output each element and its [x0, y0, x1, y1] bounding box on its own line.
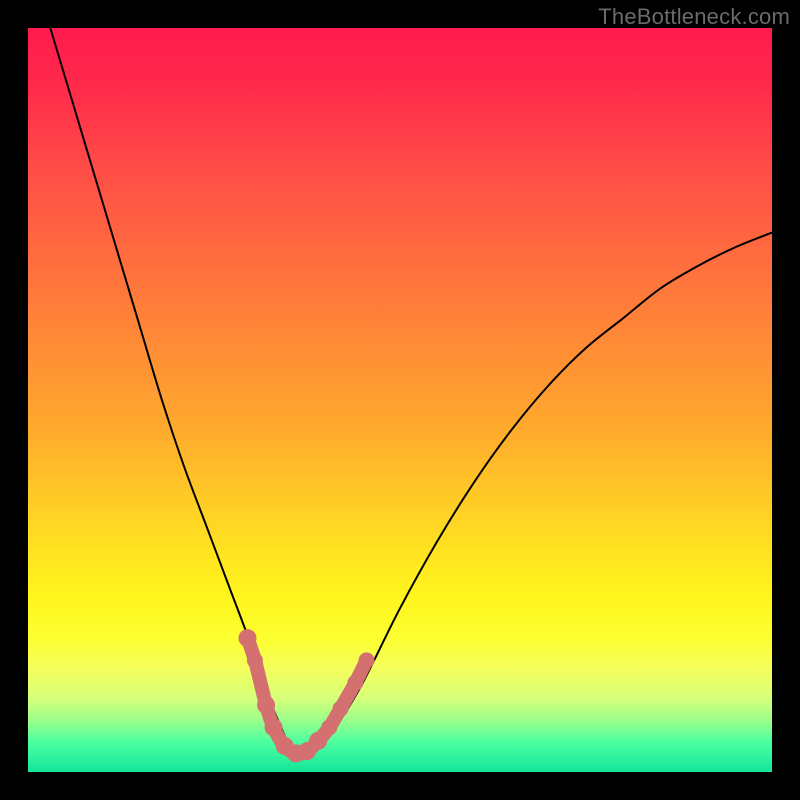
- marker-dot: [347, 675, 363, 691]
- marker-dot: [309, 732, 327, 750]
- marker-dot: [359, 652, 375, 668]
- marker-dot: [257, 696, 275, 714]
- marker-dot: [238, 629, 256, 647]
- marker-trough-stroke: [247, 638, 366, 754]
- marker-group: [238, 629, 374, 762]
- marker-dot: [265, 718, 283, 736]
- plot-area: [28, 28, 772, 772]
- watermark-text: TheBottleneck.com: [598, 4, 790, 30]
- chart-svg: [28, 28, 772, 772]
- marker-dot: [321, 719, 337, 735]
- marker-dot: [332, 701, 348, 717]
- outer-frame: TheBottleneck.com: [0, 0, 800, 800]
- marker-dot: [247, 652, 263, 668]
- bottleneck-curve: [28, 0, 772, 753]
